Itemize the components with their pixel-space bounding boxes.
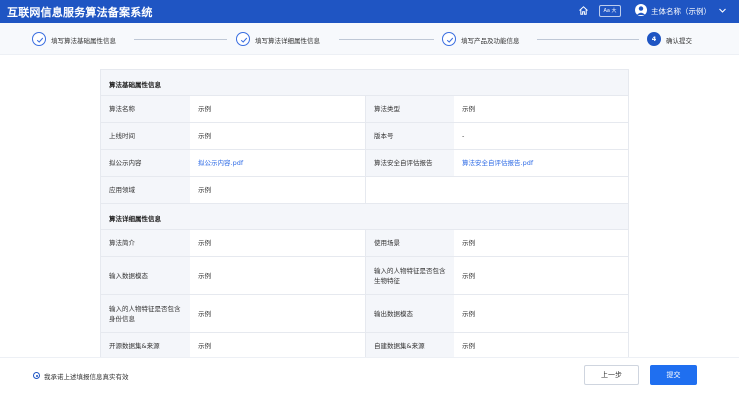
field-value: 示例 xyxy=(190,295,365,332)
field-value: 示例 xyxy=(190,333,365,357)
footer-bar: 我承诺上述填报信息真实有效 上一步 提交 xyxy=(0,357,739,409)
field-label: 使用场景 xyxy=(365,230,454,256)
home-icon[interactable] xyxy=(578,5,589,16)
field-label: 算法类型 xyxy=(365,96,454,122)
field-value: 示例 xyxy=(190,123,365,149)
prev-step-button[interactable]: 上一步 xyxy=(584,365,639,385)
step-label: 填写算法基础属性信息 xyxy=(51,37,116,45)
field-label: 版本号 xyxy=(365,123,454,149)
section-title: 算法基础属性信息 xyxy=(109,81,161,89)
table-row: 拟公示内容 拟公示内容.pdf 算法安全自评估报告 算法安全自评估报告.pdf xyxy=(101,150,628,177)
field-label: 算法名称 xyxy=(101,96,190,122)
field-label: 拟公示内容 xyxy=(101,150,190,176)
field-label: 应用领域 xyxy=(101,177,190,203)
field-label: 输出数据模态 xyxy=(365,295,454,332)
agree-label[interactable]: 我承诺上述填报信息真实有效 xyxy=(44,371,129,381)
check-icon xyxy=(236,32,250,46)
step-number: 4 xyxy=(647,32,661,46)
field-value: 示例 xyxy=(190,230,365,256)
table-row: 输入数据模态 示例 输入的人物特征是否包含生物特征 示例 xyxy=(101,257,628,295)
field-value: 示例 xyxy=(190,257,365,294)
step-label: 填写产品及功能信息 xyxy=(461,37,520,45)
field-value: 示例 xyxy=(190,177,365,203)
section-title: 算法详细属性信息 xyxy=(109,215,161,223)
field-label: 开源数据集&来源 xyxy=(101,333,190,357)
section-header-basic: 算法基础属性信息 xyxy=(101,70,628,96)
table-row: 算法简介 示例 使用场景 示例 xyxy=(101,230,628,257)
table-row: 应用领域 示例 xyxy=(101,177,628,204)
table-row: 开源数据集&来源 示例 自建数据集&来源 示例 xyxy=(101,333,628,357)
check-icon xyxy=(32,32,46,46)
user-name[interactable]: 主体名称（示例） xyxy=(651,6,711,17)
app-title: 互联网信息服务算法备案系统 xyxy=(7,6,153,19)
step-label: 填写算法详细属性信息 xyxy=(255,37,320,45)
chevron-down-icon[interactable] xyxy=(718,6,727,15)
submit-button[interactable]: 提交 xyxy=(650,365,697,385)
font-size-toggle[interactable]: Aa 大 xyxy=(599,5,621,17)
field-label: 输入的人物特征是否包含生物特征 xyxy=(365,257,454,294)
field-value: 示例 xyxy=(454,96,628,122)
agree-radio[interactable] xyxy=(33,372,40,379)
step-label: 确认提交 xyxy=(666,37,692,45)
field-value: 示例 xyxy=(454,333,628,357)
field-label: 自建数据集&来源 xyxy=(365,333,454,357)
field-value: 示例 xyxy=(454,230,628,256)
field-value: 示例 xyxy=(190,96,365,122)
step-connector xyxy=(537,39,639,40)
field-label: 算法简介 xyxy=(101,230,190,256)
field-label: 输入的人物特征是否包含身份信息 xyxy=(101,295,190,332)
security-report-file-link[interactable]: 算法安全自评估报告.pdf xyxy=(454,150,628,176)
field-value: 示例 xyxy=(454,295,628,332)
field-value: - xyxy=(454,123,628,149)
section-header-detail: 算法详细属性信息 xyxy=(101,204,628,230)
table-row: 上线时间 示例 版本号 - xyxy=(101,123,628,150)
public-content-file-link[interactable]: 拟公示内容.pdf xyxy=(190,150,365,176)
table-row: 输入的人物特征是否包含身份信息 示例 输出数据模态 示例 xyxy=(101,295,628,333)
field-label: 算法安全自评估报告 xyxy=(365,150,454,176)
empty-cell xyxy=(365,177,628,203)
field-label: 输入数据模态 xyxy=(101,257,190,294)
table-row: 算法名称 示例 算法类型 示例 xyxy=(101,96,628,123)
user-avatar-icon[interactable] xyxy=(635,4,647,16)
field-value: 示例 xyxy=(454,257,628,294)
top-bar: 互联网信息服务算法备案系统 Aa 大 主体名称（示例） xyxy=(0,0,739,23)
field-label: 上线时间 xyxy=(101,123,190,149)
step-connector xyxy=(134,39,227,40)
info-table[interactable]: 算法基础属性信息 算法名称 示例 算法类型 示例 上线时间 示例 版本号 - 拟… xyxy=(100,69,629,358)
check-icon xyxy=(442,32,456,46)
step-connector xyxy=(339,39,434,40)
